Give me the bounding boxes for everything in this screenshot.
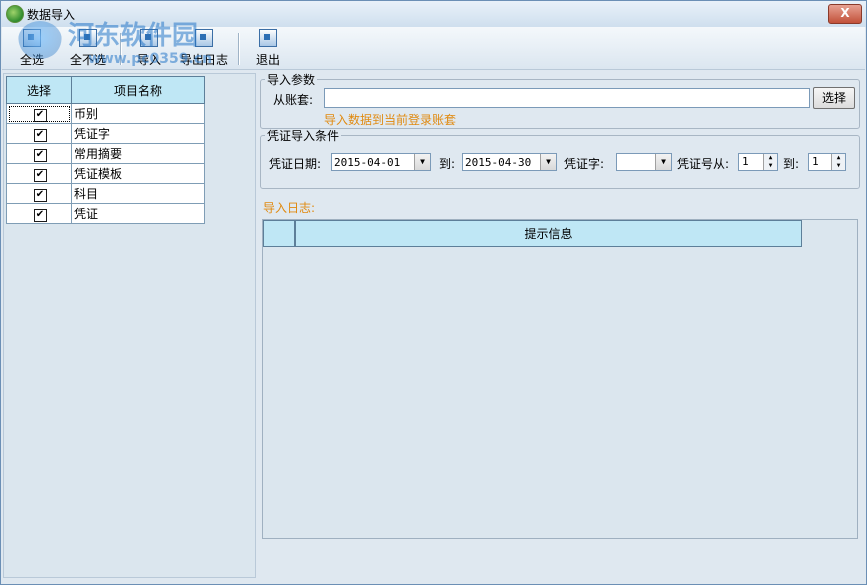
toolbar-separator bbox=[120, 33, 122, 65]
voucher-word-label: 凭证字: bbox=[564, 157, 605, 171]
exit-button[interactable]: 退出 bbox=[250, 29, 286, 67]
exit-icon bbox=[259, 29, 277, 47]
items-panel: 选择 项目名称 ✔ 币别 ✔ 凭证字 ✔ 常用摘要 ✔ 凭证模板 ✔ 科目 ✔ … bbox=[3, 73, 256, 578]
table-row: ✔ 币别 bbox=[6, 103, 205, 124]
import-log-grid[interactable]: 提示信息 bbox=[262, 219, 858, 539]
voucher-date-label: 凭证日期: bbox=[269, 157, 322, 171]
dropdown-arrow-icon[interactable]: ▼ bbox=[540, 154, 556, 170]
exit-label: 退出 bbox=[255, 53, 280, 67]
row-checkbox[interactable]: ✔ bbox=[33, 188, 47, 202]
export-log-label: 导出日志 bbox=[179, 53, 228, 67]
voucher-number-from-spinner[interactable]: 1 ▲ ▼ bbox=[738, 153, 778, 171]
export-log-button[interactable]: 导出日志 bbox=[176, 29, 232, 67]
item-name-cell[interactable]: 币别 bbox=[71, 103, 205, 124]
voucher-number-from-value: 1 bbox=[742, 155, 749, 168]
item-name-cell[interactable]: 科目 bbox=[71, 183, 205, 204]
date-to-label: 到: bbox=[439, 157, 456, 171]
row-checkbox-cell[interactable]: ✔ bbox=[6, 183, 72, 204]
toolbar-separator bbox=[238, 33, 240, 65]
select-all-button[interactable]: 全选 bbox=[12, 29, 52, 67]
log-column-header[interactable]: 提示信息 bbox=[295, 220, 802, 247]
row-checkbox-cell[interactable]: ✔ bbox=[6, 123, 72, 144]
import-hint: 导入数据到当前登录账套 bbox=[324, 113, 457, 127]
spin-down-icon[interactable]: ▼ bbox=[763, 162, 777, 170]
spin-up-icon[interactable]: ▲ bbox=[831, 154, 845, 162]
date-to-picker[interactable]: 2015-04-30 ▼ bbox=[462, 153, 557, 171]
table-row: ✔ 凭证字 bbox=[6, 123, 205, 144]
voucher-word-select[interactable]: ▼ bbox=[616, 153, 672, 171]
select-all-icon bbox=[23, 29, 41, 47]
date-from-picker[interactable]: 2015-04-01 ▼ bbox=[331, 153, 431, 171]
dropdown-arrow-icon[interactable]: ▼ bbox=[655, 154, 671, 170]
row-checkbox[interactable]: ✔ bbox=[33, 208, 47, 222]
select-all-label: 全选 bbox=[19, 53, 44, 67]
app-logo-icon bbox=[6, 5, 24, 23]
table-row: ✔ 科目 bbox=[6, 183, 205, 204]
row-checkbox-cell[interactable]: ✔ bbox=[6, 143, 72, 164]
window-title: 数据导入 bbox=[27, 8, 76, 22]
table-row: ✔ 常用摘要 bbox=[6, 143, 205, 164]
import-params-legend: 导入参数 bbox=[267, 73, 316, 87]
log-row-header-stub bbox=[263, 220, 295, 247]
items-table: 选择 项目名称 ✔ 币别 ✔ 凭证字 ✔ 常用摘要 ✔ 凭证模板 ✔ 科目 ✔ … bbox=[6, 76, 205, 224]
voucher-conditions-legend: 凭证导入条件 bbox=[267, 129, 340, 143]
toolbar: 全选 全不选 导入 导出日志 退出 河东软件园 www.pc0359.cn bbox=[2, 21, 865, 70]
voucher-number-from-label: 凭证号从: bbox=[677, 157, 730, 171]
table-row: ✔ 凭证 bbox=[6, 203, 205, 224]
choose-account-button[interactable]: 选择 bbox=[813, 87, 855, 109]
export-log-icon bbox=[195, 29, 213, 47]
spin-down-icon[interactable]: ▼ bbox=[831, 162, 845, 170]
item-name-cell[interactable]: 凭证字 bbox=[71, 123, 205, 144]
header-item-name[interactable]: 项目名称 bbox=[71, 76, 205, 104]
item-name-cell[interactable]: 凭证模板 bbox=[71, 163, 205, 184]
date-from-value: 2015-04-01 bbox=[334, 156, 401, 169]
date-to-value: 2015-04-30 bbox=[465, 156, 532, 169]
import-window: 数据导入 X 全选 全不选 导入 导出日志 退出 河东软件园 www.pc035… bbox=[0, 0, 867, 585]
close-button[interactable]: X bbox=[828, 4, 862, 24]
row-checkbox[interactable]: ✔ bbox=[33, 128, 47, 142]
deselect-all-label: 全不选 bbox=[69, 53, 106, 67]
import-log-label: 导入日志: bbox=[263, 201, 316, 215]
title-bar: 数据导入 X bbox=[1, 1, 866, 27]
spin-up-icon[interactable]: ▲ bbox=[763, 154, 777, 162]
import-icon bbox=[140, 29, 158, 47]
account-label: 从账套: bbox=[273, 93, 314, 107]
import-button[interactable]: 导入 bbox=[132, 29, 166, 67]
deselect-all-button[interactable]: 全不选 bbox=[64, 29, 112, 67]
row-checkbox-cell[interactable]: ✔ bbox=[6, 103, 72, 124]
row-checkbox[interactable]: ✔ bbox=[33, 108, 47, 122]
voucher-number-to-spinner[interactable]: 1 ▲ ▼ bbox=[808, 153, 846, 171]
voucher-number-to-value: 1 bbox=[812, 155, 819, 168]
row-checkbox[interactable]: ✔ bbox=[33, 148, 47, 162]
deselect-all-icon bbox=[79, 29, 97, 47]
account-input[interactable] bbox=[324, 88, 810, 108]
dropdown-arrow-icon[interactable]: ▼ bbox=[414, 154, 430, 170]
row-checkbox-cell[interactable]: ✔ bbox=[6, 163, 72, 184]
table-row: ✔ 凭证模板 bbox=[6, 163, 205, 184]
row-checkbox-cell[interactable]: ✔ bbox=[6, 203, 72, 224]
item-name-cell[interactable]: 常用摘要 bbox=[71, 143, 205, 164]
header-select[interactable]: 选择 bbox=[6, 76, 72, 104]
voucher-number-to-label: 到: bbox=[783, 157, 800, 171]
import-label: 导入 bbox=[136, 53, 161, 67]
item-name-cell[interactable]: 凭证 bbox=[71, 203, 205, 224]
row-checkbox[interactable]: ✔ bbox=[33, 168, 47, 182]
